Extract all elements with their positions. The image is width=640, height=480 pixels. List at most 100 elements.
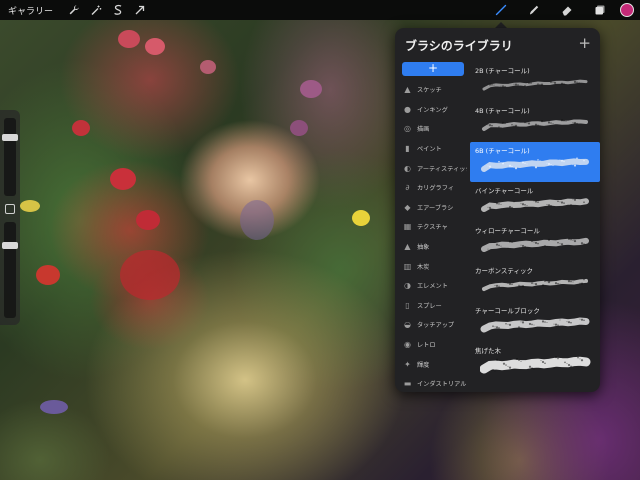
flower-violet: [40, 400, 68, 414]
brush-item[interactable]: バインチャーコール: [470, 182, 600, 222]
rose-2: [145, 38, 165, 55]
brush-stroke-preview: [482, 278, 588, 291]
brush-set-label: アーティスティック: [417, 165, 467, 173]
brush-name: カーボンスティック: [475, 267, 533, 275]
brush-set-label: タッチアップ: [417, 322, 455, 330]
eraser-icon[interactable]: [550, 0, 583, 20]
brush-name: バインチャーコール: [475, 187, 534, 195]
modify-button[interactable]: [5, 204, 15, 214]
brush-set-item[interactable]: ▦ テクスチャ: [401, 217, 467, 237]
brush-library-panel: ブラシのライブラリ + + ▲ スケッチ ● インキング ◎ 描画 ▮ ペイント ◐ アーティステ…: [395, 28, 600, 392]
brush-set-item[interactable]: ▲ 抽象: [401, 237, 467, 257]
top-toolbar: ギャラリー: [0, 0, 640, 20]
transform-arrow-icon[interactable]: [129, 0, 151, 20]
smudge-icon[interactable]: [517, 0, 550, 20]
brush-set-label: ペイント: [417, 146, 442, 154]
brush-icon[interactable]: [484, 0, 517, 20]
layers-icon[interactable]: [583, 0, 616, 20]
opacity-thumb[interactable]: [2, 241, 18, 249]
add-brush-set-button[interactable]: +: [402, 62, 464, 76]
brush-set-item[interactable]: ▲ スケッチ: [401, 80, 467, 100]
brush-set-item[interactable]: ◆ エアーブラシ: [401, 198, 467, 218]
brush-set-item[interactable]: ◑ エレメント: [401, 276, 467, 296]
brush-size-thumb[interactable]: [2, 133, 18, 141]
brush-set-label: インキング: [417, 106, 448, 114]
brush-name: 4B (チャーコール): [475, 107, 530, 115]
brush-list: 2B (チャーコール) 4B (チャーコール) 6B (チャーコール) バインチャーコ…: [470, 62, 600, 382]
brush-set-item[interactable]: ◒ タッチアップ: [401, 315, 467, 335]
brush-set-label: 木炭: [417, 263, 430, 271]
brush-set-item[interactable]: ▮ ペイント: [401, 139, 467, 159]
brush-item[interactable]: 2B (チャーコール): [470, 62, 600, 102]
retro-circle-icon: ◉: [404, 340, 411, 350]
brush-set-label: 描画: [417, 126, 430, 134]
rose-5: [136, 210, 160, 230]
triangle-icon: ▲: [404, 242, 411, 252]
flower-purple-1: [300, 80, 322, 98]
wrench-icon[interactable]: [63, 0, 85, 20]
brush-set-label: 抽象: [417, 244, 430, 252]
spiral-icon: ◎: [404, 124, 411, 134]
calligraphy-icon: ∂: [405, 183, 410, 193]
add-brush-button[interactable]: +: [578, 34, 591, 52]
yellow-leaf: [352, 210, 370, 226]
brush-set-label: カリグラフィ: [417, 185, 455, 193]
pencil-tip-icon: ▲: [404, 85, 411, 95]
brush-name: 2B (チャーコール): [475, 67, 530, 75]
brush-stroke-preview: [482, 79, 588, 91]
brush-item[interactable]: ウィローチャーコール: [470, 222, 600, 262]
ink-drop-icon: ●: [404, 104, 411, 114]
brush-set-label: エレメント: [417, 283, 448, 291]
yellow-leaf-left: [20, 200, 40, 212]
rose-6: [36, 265, 60, 285]
brush-set-item[interactable]: ◐ アーティスティック: [401, 158, 467, 178]
brush-set-label: レトロ: [417, 342, 436, 350]
brush-set-label: スケッチ: [417, 87, 442, 95]
brush-stroke-preview: [480, 317, 590, 333]
brush-set-label: エアーブラシ: [417, 204, 454, 212]
brush-item[interactable]: チャーコールブロック: [470, 302, 600, 342]
brush-set-label: 輝度: [417, 361, 430, 369]
brush-size-slider[interactable]: [2, 118, 18, 196]
brush-stroke-preview: [482, 119, 588, 131]
magic-wand-icon[interactable]: [85, 0, 107, 20]
brush-set-item[interactable]: ◉ レトロ: [401, 335, 467, 355]
brush-set-item[interactable]: ◎ 描画: [401, 119, 467, 139]
selection-icon[interactable]: [107, 0, 129, 20]
charcoal-bars-icon: ▥: [403, 261, 412, 271]
panel-title: ブラシのライブラリ: [405, 39, 513, 53]
airbrush-icon: ◆: [404, 202, 411, 212]
red-lace-ornament: [120, 250, 180, 300]
opacity-slider[interactable]: [2, 222, 18, 318]
brush-set-list: + ▲ スケッチ ● インキング ◎ 描画 ▮ ペイント ◐ アーティスティック ∂ カリグラフィ ◆ エ…: [401, 62, 467, 392]
brush-item[interactable]: 6B (チャーコール): [470, 142, 600, 182]
brush-stroke-preview: [480, 356, 591, 374]
brush-item[interactable]: 4B (チャーコール): [470, 102, 600, 142]
brush-set-item[interactable]: ∂ カリグラフィ: [401, 178, 467, 198]
yin-yang-icon: ◑: [404, 281, 411, 291]
brush-item[interactable]: 焦げた木: [470, 342, 600, 382]
brush-stroke-preview: [481, 157, 589, 172]
palette-icon: ◐: [404, 163, 411, 173]
color-picker-swatch[interactable]: [620, 3, 634, 17]
touch-up-icon: ◒: [404, 320, 411, 330]
brush-set-item[interactable]: ▯ スプレー: [401, 296, 467, 316]
rose-4: [110, 168, 136, 190]
gallery-button[interactable]: ギャラリー: [8, 4, 53, 17]
brush-stroke-preview: [481, 237, 589, 252]
paint-brush-icon: ▮: [405, 144, 410, 154]
rose-1: [118, 30, 140, 48]
brush-set-item[interactable]: ▬ インダストリアル: [401, 374, 467, 392]
brush-set-label: スプレー: [417, 302, 442, 310]
flower-purple-2: [290, 120, 308, 136]
left-sidebar: [0, 110, 20, 325]
texture-grid-icon: ▦: [403, 222, 412, 232]
brush-item[interactable]: カーボンスティック: [470, 262, 600, 302]
brush-set-label: テクスチャ: [417, 224, 448, 232]
brush-set-item[interactable]: ● インキング: [401, 100, 467, 120]
brush-set-item[interactable]: ▥ 木炭: [401, 256, 467, 276]
brush-name: チャーコールブロック: [475, 307, 540, 315]
brush-set-item[interactable]: ✦ 輝度: [401, 354, 467, 374]
hair-strands: [240, 200, 274, 240]
brush-stroke-preview: [481, 198, 589, 212]
